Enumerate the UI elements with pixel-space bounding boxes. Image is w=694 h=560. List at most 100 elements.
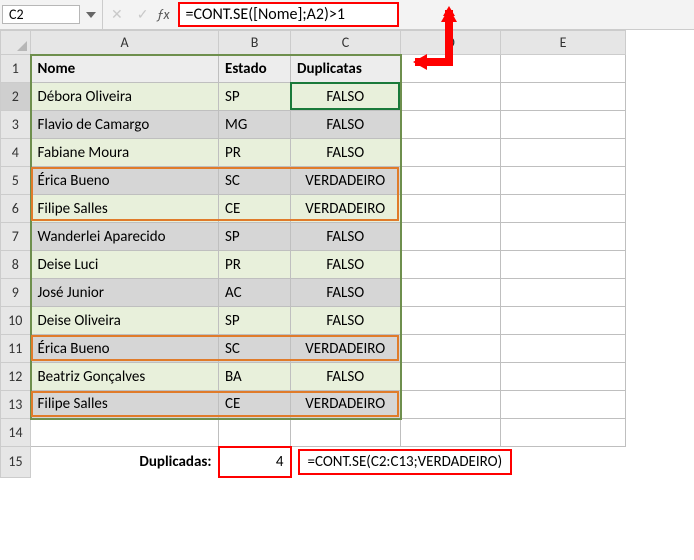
name-box[interactable]: C2 [2, 5, 80, 24]
cell-estado[interactable]: SP [219, 223, 291, 251]
cell-duplicatas[interactable]: FALSO [291, 83, 401, 111]
cell-nome[interactable]: Fabiane Moura [31, 139, 219, 167]
cell-estado[interactable]: SC [219, 167, 291, 195]
cell-estado[interactable]: SP [219, 83, 291, 111]
chevron-down-icon[interactable] [86, 12, 96, 18]
cell-empty[interactable] [501, 83, 626, 111]
cell-empty[interactable] [501, 307, 626, 335]
row-header[interactable]: 12 [1, 363, 31, 391]
cell-duplicatas[interactable]: FALSO [291, 363, 401, 391]
cell-estado[interactable]: SC [219, 335, 291, 363]
row-header[interactable]: 5 [1, 167, 31, 195]
cell-empty[interactable] [501, 111, 626, 139]
duplicates-count[interactable]: 4 [219, 447, 291, 478]
cell-nome[interactable]: Débora Oliveira [31, 83, 219, 111]
cell-empty[interactable] [501, 279, 626, 307]
cell-duplicatas[interactable]: FALSO [291, 111, 401, 139]
cell-nome[interactable]: Deise Luci [31, 251, 219, 279]
duplicates-label[interactable]: Duplicadas: [31, 447, 219, 478]
cell-empty[interactable] [401, 307, 501, 335]
cell-estado[interactable]: PR [219, 251, 291, 279]
cell-empty[interactable] [401, 419, 501, 447]
cell-duplicatas[interactable]: VERDADEIRO [291, 167, 401, 195]
cell-duplicatas[interactable]: FALSO [291, 279, 401, 307]
row-header[interactable]: 15 [1, 447, 31, 478]
row-header[interactable]: 6 [1, 195, 31, 223]
cell-nome[interactable]: Beatriz Gonçalves [31, 363, 219, 391]
cell-empty[interactable] [401, 167, 501, 195]
cell-empty[interactable] [501, 55, 626, 83]
cell-nome[interactable]: Érica Bueno [31, 167, 219, 195]
cell-estado[interactable]: BA [219, 363, 291, 391]
cell-empty[interactable] [219, 419, 291, 447]
cell-empty[interactable] [401, 83, 501, 111]
row-header[interactable]: 8 [1, 251, 31, 279]
cell-empty[interactable] [501, 335, 626, 363]
row-header[interactable]: 10 [1, 307, 31, 335]
cell-empty[interactable] [31, 419, 219, 447]
cell-nome[interactable]: José Junior [31, 279, 219, 307]
cell-empty[interactable] [501, 419, 626, 447]
row-header[interactable]: 11 [1, 335, 31, 363]
spreadsheet-grid[interactable]: A B C D E 1 Nome Estado Duplicatas 2Débo… [0, 30, 626, 478]
cell-empty[interactable] [401, 111, 501, 139]
col-header[interactable]: B [219, 31, 291, 55]
cell-nome[interactable]: Flavio de Camargo [31, 111, 219, 139]
select-all-cell[interactable] [1, 31, 31, 55]
cell-empty[interactable] [501, 363, 626, 391]
cell-estado[interactable]: SP [219, 307, 291, 335]
col-header[interactable]: A [31, 31, 219, 55]
cell-empty[interactable] [501, 167, 626, 195]
table-header-duplicatas[interactable]: Duplicatas [291, 55, 401, 83]
table-header-nome[interactable]: Nome [31, 55, 219, 83]
duplicates-formula-cell[interactable]: =CONT.SE(C2:C13;VERDADEIRO) [291, 447, 626, 478]
cell-duplicatas[interactable]: FALSO [291, 307, 401, 335]
cell-empty[interactable] [291, 419, 401, 447]
table-header-estado[interactable]: Estado [219, 55, 291, 83]
row-header[interactable]: 1 [1, 55, 31, 83]
row-header[interactable]: 9 [1, 279, 31, 307]
cell-nome[interactable]: Deise Oliveira [31, 307, 219, 335]
cell-empty[interactable] [401, 139, 501, 167]
cell-duplicatas[interactable]: VERDADEIRO [291, 335, 401, 363]
cell-estado[interactable]: AC [219, 279, 291, 307]
cell-empty[interactable] [501, 251, 626, 279]
cell-nome[interactable]: Filipe Salles [31, 391, 219, 419]
row-header[interactable]: 3 [1, 111, 31, 139]
cell-nome[interactable]: Filipe Salles [31, 195, 219, 223]
cell-empty[interactable] [401, 223, 501, 251]
col-header[interactable]: E [501, 31, 626, 55]
formula-input[interactable]: =CONT.SE([Nome];A2)>1 [174, 0, 694, 29]
fx-icon[interactable]: ƒx [156, 0, 173, 29]
cell-empty[interactable] [501, 391, 626, 419]
cell-duplicatas[interactable]: VERDADEIRO [291, 195, 401, 223]
cell-estado[interactable]: CE [219, 195, 291, 223]
cell-nome[interactable]: Wanderlei Aparecido [31, 223, 219, 251]
row-header[interactable]: 4 [1, 139, 31, 167]
cell-empty[interactable] [401, 195, 501, 223]
cell-empty[interactable] [401, 391, 501, 419]
cell-duplicatas[interactable]: FALSO [291, 139, 401, 167]
cell-duplicatas[interactable]: FALSO [291, 223, 401, 251]
cell-duplicatas[interactable]: FALSO [291, 251, 401, 279]
cell-duplicatas[interactable]: VERDADEIRO [291, 391, 401, 419]
cell-nome[interactable]: Érica Bueno [31, 335, 219, 363]
row-header[interactable]: 7 [1, 223, 31, 251]
cell-empty[interactable] [401, 363, 501, 391]
table-row: 6Filipe SallesCEVERDADEIRO [1, 195, 626, 223]
cell-empty[interactable] [401, 335, 501, 363]
cell-estado[interactable]: MG [219, 111, 291, 139]
cell-empty[interactable] [401, 55, 501, 83]
cell-estado[interactable]: CE [219, 391, 291, 419]
cell-empty[interactable] [401, 251, 501, 279]
col-header[interactable]: C [291, 31, 401, 55]
col-header[interactable]: D [401, 31, 501, 55]
row-header[interactable]: 14 [1, 419, 31, 447]
cell-empty[interactable] [501, 223, 626, 251]
cell-empty[interactable] [501, 195, 626, 223]
cell-estado[interactable]: PR [219, 139, 291, 167]
cell-empty[interactable] [501, 139, 626, 167]
cell-empty[interactable] [401, 279, 501, 307]
row-header[interactable]: 13 [1, 391, 31, 419]
row-header[interactable]: 2 [1, 83, 31, 111]
